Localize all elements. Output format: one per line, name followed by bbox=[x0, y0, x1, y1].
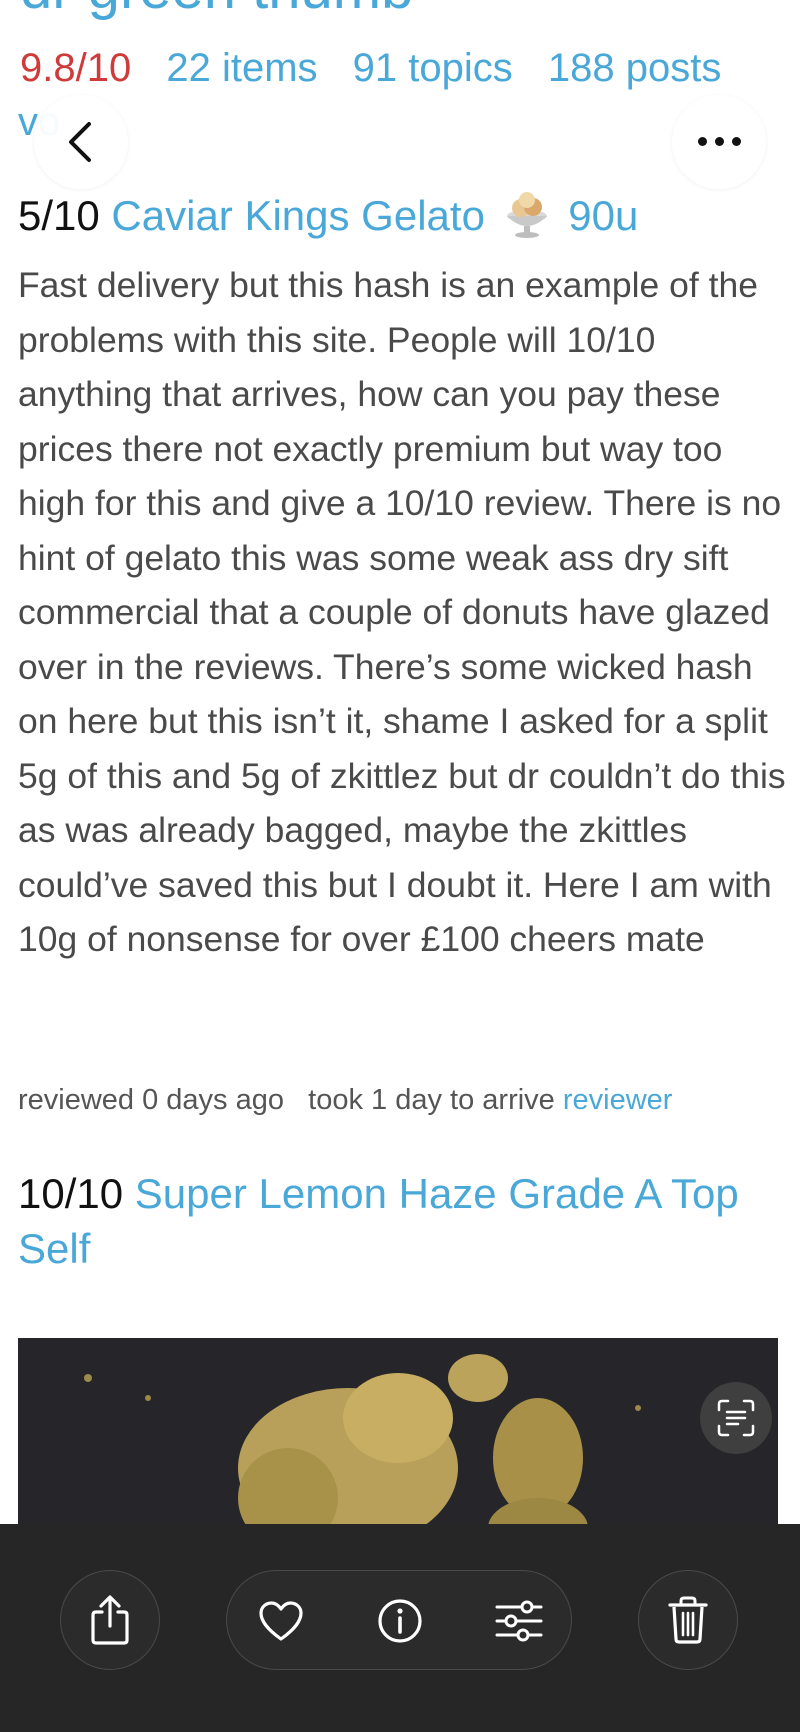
address-pill[interactable] bbox=[230, 95, 570, 189]
product-link[interactable]: Caviar Kings Gelato bbox=[111, 192, 485, 239]
info-icon bbox=[378, 1599, 422, 1643]
trash-icon bbox=[668, 1596, 708, 1644]
vendor-title: dr green thumb bbox=[20, 0, 413, 18]
vendor-rating: 9.8/10 bbox=[20, 46, 132, 90]
adjust-button[interactable] bbox=[493, 1595, 545, 1647]
review-score-2: 10/10 bbox=[18, 1170, 124, 1217]
photo-actions-group bbox=[226, 1570, 572, 1670]
scan-text-button[interactable] bbox=[700, 1382, 772, 1454]
review-score: 5/10 bbox=[18, 192, 100, 239]
ellipsis-icon bbox=[694, 133, 745, 151]
arrival-time: took 1 day to arrive bbox=[308, 1084, 555, 1116]
heart-icon bbox=[259, 1601, 303, 1641]
vendor-stats: 9.8/10 22 items 91 topics 188 posts bbox=[20, 46, 745, 90]
favorite-button[interactable] bbox=[255, 1595, 307, 1647]
posts-link[interactable]: 188 posts bbox=[548, 46, 721, 90]
review-header: 5/10 Caviar Kings Gelato 90u bbox=[18, 186, 638, 250]
ice-cream-icon bbox=[503, 186, 551, 250]
info-button[interactable] bbox=[374, 1595, 426, 1647]
product-link-2[interactable]: Super Lemon Haze Grade A Top Self bbox=[18, 1170, 739, 1272]
photo-image bbox=[18, 1338, 778, 1538]
reviewer-link[interactable]: reviewer bbox=[563, 1084, 673, 1116]
review-text: Fast delivery but this hash is an exampl… bbox=[18, 265, 786, 959]
sliders-icon bbox=[495, 1600, 543, 1642]
back-button[interactable] bbox=[34, 95, 128, 189]
review-meta: reviewed 0 days ago took 1 day to arrive… bbox=[18, 1080, 672, 1120]
review-header-2: 10/10 Super Lemon Haze Grade A Top Self bbox=[18, 1166, 778, 1276]
delete-button[interactable] bbox=[638, 1570, 738, 1670]
photo-viewer-screen: dr green thumb 9.8/10 22 items 91 topics… bbox=[0, 0, 800, 1732]
reviewed-time: reviewed 0 days ago bbox=[18, 1084, 284, 1116]
topics-link[interactable]: 91 topics bbox=[353, 46, 513, 90]
share-button[interactable] bbox=[60, 1570, 160, 1670]
items-link[interactable]: 22 items bbox=[166, 46, 317, 90]
chevron-left-icon bbox=[69, 122, 91, 162]
live-text-scan-icon bbox=[717, 1399, 755, 1437]
share-icon bbox=[91, 1595, 129, 1645]
amount-link[interactable]: 90u bbox=[568, 192, 638, 239]
photo-toolbar bbox=[0, 1524, 800, 1732]
more-button[interactable] bbox=[672, 95, 766, 189]
product-photo bbox=[18, 1338, 778, 1538]
